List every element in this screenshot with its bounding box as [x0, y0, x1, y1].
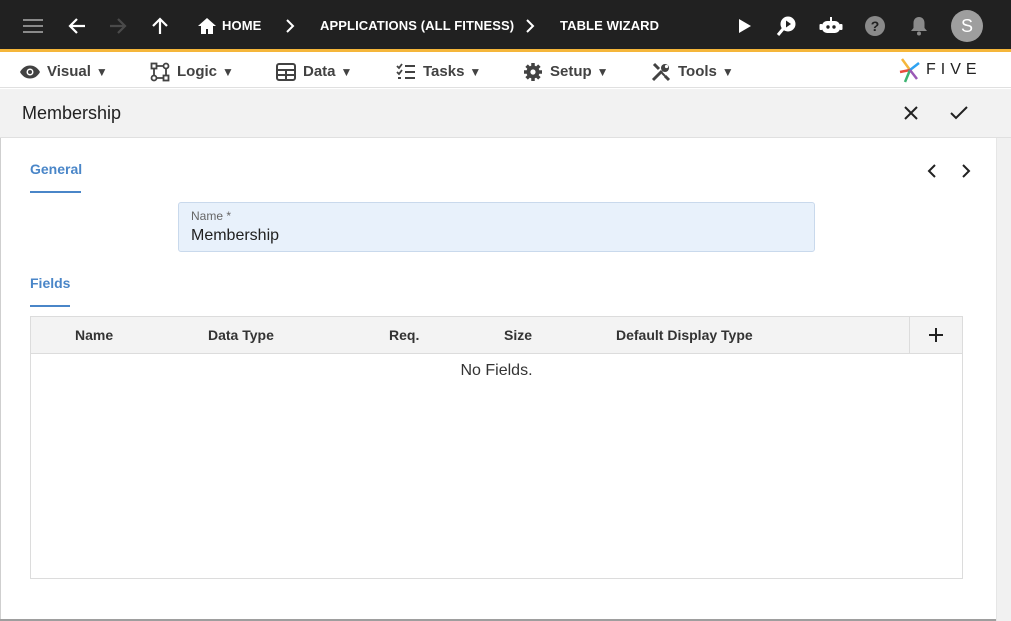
column-header-default-display-type[interactable]: Default Display Type [616, 317, 753, 353]
column-header-name[interactable]: Name [75, 317, 113, 353]
notification-bell-icon[interactable] [905, 12, 933, 40]
menu-visual[interactable]: Visual ▼ [19, 55, 108, 88]
menu-data[interactable]: Data ▼ [275, 55, 352, 88]
help-icon[interactable]: ? [861, 12, 889, 40]
main-menu-bar: Visual ▼ Logic ▼ Data ▼ Tasks ▼ Setup ▼ … [0, 55, 1011, 88]
menu-tools[interactable]: Tools ▼ [650, 55, 734, 88]
close-icon [904, 106, 918, 120]
breadcrumb-applications[interactable]: APPLICATIONS (ALL FITNESS) [320, 0, 514, 52]
user-avatar[interactable]: S [951, 10, 983, 42]
hamburger-menu-icon[interactable] [19, 12, 47, 40]
menu-logic[interactable]: Logic ▼ [149, 55, 234, 88]
up-arrow-icon[interactable] [146, 12, 174, 40]
tab-general-underline [30, 191, 81, 193]
vertical-scrollbar[interactable] [996, 138, 1011, 621]
tab-fields-underline [30, 305, 70, 307]
tab-general[interactable]: General [30, 161, 82, 177]
top-app-bar: HOME APPLICATIONS (ALL FITNESS) TABLE WI… [0, 0, 1011, 52]
five-logo-mark-icon [899, 58, 920, 83]
breadcrumb-home[interactable]: HOME [222, 0, 261, 52]
caret-down-icon: ▼ [95, 64, 108, 79]
back-arrow-icon[interactable] [63, 12, 91, 40]
form-header: Membership [0, 89, 1011, 138]
caret-down-icon: ▼ [596, 64, 609, 79]
column-header-size[interactable]: Size [504, 317, 532, 353]
five-logo: FIVE [898, 57, 982, 83]
next-record-button[interactable] [955, 160, 977, 182]
column-header-data-type[interactable]: Data Type [208, 317, 274, 353]
chevron-right-icon [282, 18, 298, 34]
chatbot-icon[interactable] [817, 12, 845, 40]
forward-arrow-icon[interactable] [104, 12, 132, 40]
caret-down-icon: ▼ [222, 64, 234, 79]
fields-table: Name Data Type Req. Size Default Display… [30, 316, 963, 579]
gear-icon [522, 61, 544, 83]
save-button[interactable] [947, 101, 971, 125]
chevron-right-icon [962, 164, 971, 178]
search-run-icon[interactable] [773, 12, 801, 40]
name-input[interactable] [191, 227, 791, 245]
caret-down-icon: ▼ [721, 64, 734, 79]
column-header-req[interactable]: Req. [389, 317, 419, 353]
plus-icon [929, 328, 943, 342]
fields-table-header: Name Data Type Req. Size Default Display… [31, 317, 962, 354]
previous-record-button[interactable] [921, 160, 943, 182]
table-icon [275, 61, 297, 83]
home-icon[interactable] [193, 12, 221, 40]
add-field-button[interactable] [909, 317, 962, 353]
tools-icon [650, 61, 672, 83]
page-title: Membership [22, 103, 122, 123]
caret-down-icon: ▼ [469, 64, 482, 79]
empty-table-message: No Fields. [460, 362, 533, 379]
play-icon[interactable] [730, 12, 758, 40]
checkmark-icon [950, 106, 968, 120]
tab-fields[interactable]: Fields [30, 275, 70, 291]
svg-text:?: ? [871, 18, 880, 34]
close-button[interactable] [899, 101, 923, 125]
menu-tasks[interactable]: Tasks ▼ [395, 55, 481, 88]
caret-down-icon: ▼ [340, 64, 353, 79]
logic-flow-icon [149, 61, 171, 83]
checklist-icon [395, 61, 417, 83]
chevron-left-icon [927, 164, 936, 178]
menu-setup[interactable]: Setup ▼ [522, 55, 609, 88]
breadcrumb-table-wizard[interactable]: TABLE WIZARD [560, 0, 659, 52]
eye-icon [19, 61, 41, 83]
name-field-label: Name * [191, 209, 232, 223]
name-field[interactable]: Name * [178, 202, 815, 252]
chevron-right-icon [522, 18, 538, 34]
